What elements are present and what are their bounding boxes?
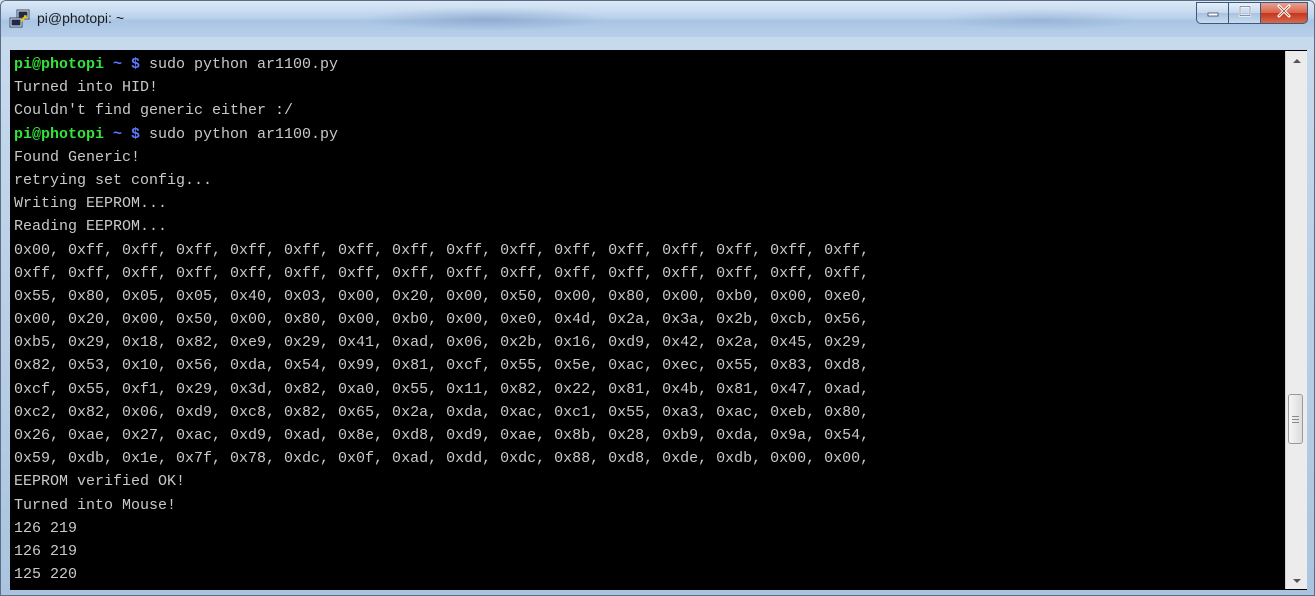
output-line: Turned into Mouse! — [14, 496, 177, 514]
output-line: 0x00, 0x20, 0x00, 0x50, 0x00, 0x80, 0x00… — [14, 311, 870, 329]
output-line: Turned into HID! — [14, 79, 159, 97]
maximize-button[interactable] — [1228, 2, 1260, 24]
output-line: Found Generic! — [14, 148, 141, 166]
window-title: pi@photopi: ~ — [37, 10, 124, 26]
output-line: 126 219 — [14, 542, 78, 560]
minimize-button[interactable] — [1196, 2, 1228, 24]
prompt-path: ~ $ — [104, 56, 150, 73]
scroll-down-icon — [1292, 571, 1301, 589]
output-line: 0xcf, 0x55, 0xf1, 0x29, 0x3d, 0x82, 0xa0… — [14, 380, 870, 398]
close-button[interactable] — [1260, 2, 1308, 24]
prompt-user: pi@photopi — [14, 125, 105, 143]
output-line: retrying set config... — [14, 171, 213, 189]
caption-buttons — [1196, 2, 1308, 24]
prompt-user: pi@photopi — [14, 56, 105, 73]
close-icon — [1276, 4, 1292, 23]
scroll-up-button[interactable] — [1286, 51, 1307, 69]
vertical-scrollbar[interactable] — [1285, 51, 1307, 589]
output-line: 0x82, 0x53, 0x10, 0x56, 0xda, 0x54, 0x99… — [14, 357, 870, 375]
output-line: 0x26, 0xae, 0x27, 0xac, 0xd9, 0xad, 0x8e… — [14, 427, 870, 444]
output-line: Reading EEPROM... — [14, 218, 168, 236]
scroll-down-button[interactable] — [1286, 571, 1307, 589]
command-text: sudo python ar1100.py — [149, 56, 339, 73]
title-bar[interactable]: pi@photopi: ~ — [1, 1, 1314, 37]
command-text: sudo python ar1100.py — [149, 125, 339, 143]
prompt-line: pi@photopi ~ $ sudo python ar1100.py — [14, 123, 869, 146]
output-line: 126 219 — [14, 519, 78, 537]
output-line: 0xc2, 0x82, 0x06, 0xd9, 0xc8, 0x82, 0x65… — [14, 403, 870, 421]
output-line: 0x00, 0xff, 0xff, 0xff, 0xff, 0xff, 0xff… — [14, 241, 870, 259]
output-line: Couldn't find generic either :/ — [14, 102, 294, 120]
scroll-up-icon — [1292, 51, 1301, 69]
output-line: Writing EEPROM... — [14, 195, 168, 213]
putty-icon[interactable] — [9, 9, 31, 29]
terminal-lines: pi@photopi ~ $ sudo python ar1100.py Turn… — [14, 53, 869, 586]
maximize-icon — [1238, 4, 1252, 22]
minimize-icon — [1206, 4, 1220, 22]
output-line: 0x55, 0x80, 0x05, 0x05, 0x40, 0x03, 0x00… — [14, 287, 870, 305]
prompt-path: ~ $ — [104, 125, 150, 143]
scroll-thumb[interactable] — [1288, 394, 1303, 444]
output-line: 125 220 — [14, 566, 78, 584]
output-line: 0x59, 0xdb, 0x1e, 0x7f, 0x78, 0xdc, 0x0f… — [14, 450, 870, 468]
grip-icon — [1292, 414, 1299, 425]
terminal-output[interactable]: pi@photopi ~ $ sudo python ar1100.py Turn… — [10, 50, 1307, 590]
prompt-line: pi@photopi ~ $ sudo python ar1100.py — [14, 53, 869, 76]
terminal-window: pi@photopi: ~ pi@photopi ~ $ sudo python… — [0, 0, 1315, 596]
output-line: EEPROM verified OK! — [14, 473, 186, 491]
output-line: 0xb5, 0x29, 0x18, 0x82, 0xe9, 0x29, 0x41… — [14, 334, 870, 352]
output-line: 0xff, 0xff, 0xff, 0xff, 0xff, 0xff, 0xff… — [14, 264, 870, 282]
